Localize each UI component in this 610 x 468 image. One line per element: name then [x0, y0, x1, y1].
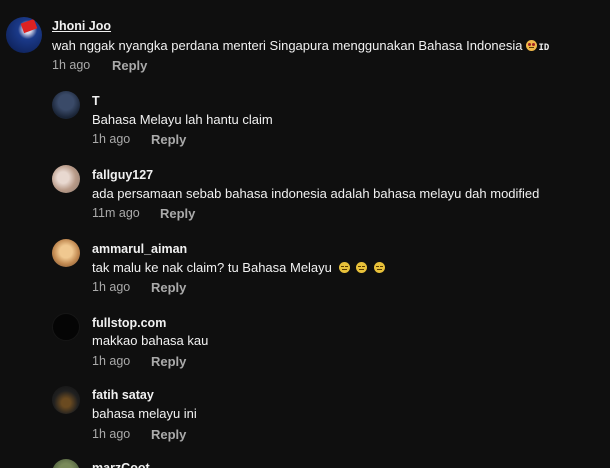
reply-button[interactable]: Reply: [151, 427, 186, 442]
comment-author[interactable]: Jhoni Joo: [52, 19, 111, 33]
reply-thread-item: fullstop.com makkao bahasa kau 1h ago Re…: [0, 310, 610, 380]
reply-author[interactable]: fatih satay: [92, 388, 154, 402]
comment-timestamp: 1h ago: [52, 58, 91, 72]
reply-thread-item: T Bahasa Melayu lah hantu claim 1h ago R…: [0, 88, 610, 158]
expressionless-face-emoji-icon: [356, 262, 368, 273]
country-badge: ID: [538, 43, 550, 53]
avatar[interactable]: [52, 386, 80, 414]
reply-button[interactable]: Reply: [112, 58, 147, 73]
avatar[interactable]: [52, 91, 80, 119]
avatar[interactable]: [52, 239, 80, 267]
reply-timestamp: 1h ago: [92, 354, 131, 368]
reply-body: tak malu ke nak claim? tu Bahasa Melayu: [92, 260, 332, 275]
reply-text: bahasa melayu ini: [92, 406, 197, 421]
reply-thread-item: marzCoot: [0, 456, 610, 468]
reply-timestamp: 11m ago: [92, 206, 140, 220]
reply-thread-item: fatih satay bahasa melayu ini 1h ago Rep…: [0, 383, 610, 453]
smiling-face-emoji-icon: [525, 40, 537, 51]
avatar[interactable]: [52, 313, 80, 341]
reply-author[interactable]: T: [92, 94, 100, 108]
reply-button[interactable]: Reply: [151, 354, 186, 369]
reply-author[interactable]: marzCoot: [92, 461, 150, 468]
reply-thread-item: fallguy127 ada persamaan sebab bahasa in…: [0, 162, 610, 232]
avatar[interactable]: [52, 165, 80, 193]
reply-button[interactable]: Reply: [160, 206, 195, 221]
comment-text: wah nggak nyangka perdana menteri Singap…: [52, 38, 549, 53]
reply-thread-item: ammarul_aiman tak malu ke nak claim? tu …: [0, 236, 610, 306]
reply-text: tak malu ke nak claim? tu Bahasa Melayu: [92, 260, 385, 275]
expressionless-face-emoji-icon: [373, 262, 385, 273]
reply-author[interactable]: fallguy127: [92, 168, 153, 182]
reply-author[interactable]: fullstop.com: [92, 316, 166, 330]
reply-text: makkao bahasa kau: [92, 333, 209, 348]
comment-thread: Jhoni Joo wah nggak nyangka perdana ment…: [0, 0, 610, 80]
avatar[interactable]: [52, 459, 80, 468]
reply-timestamp: 1h ago: [92, 427, 131, 441]
reply-button[interactable]: Reply: [151, 132, 186, 147]
expressionless-face-emoji-icon: [338, 262, 350, 273]
reply-text: Bahasa Melayu lah hantu claim: [92, 112, 273, 127]
reply-author[interactable]: ammarul_aiman: [92, 242, 187, 256]
comment-body: wah nggak nyangka perdana menteri Singap…: [52, 38, 523, 53]
avatar[interactable]: [6, 17, 42, 53]
reply-timestamp: 1h ago: [92, 280, 131, 294]
reply-timestamp: 1h ago: [92, 132, 131, 146]
reply-button[interactable]: Reply: [151, 280, 186, 295]
reply-text: ada persamaan sebab bahasa indonesia ada…: [92, 186, 540, 201]
